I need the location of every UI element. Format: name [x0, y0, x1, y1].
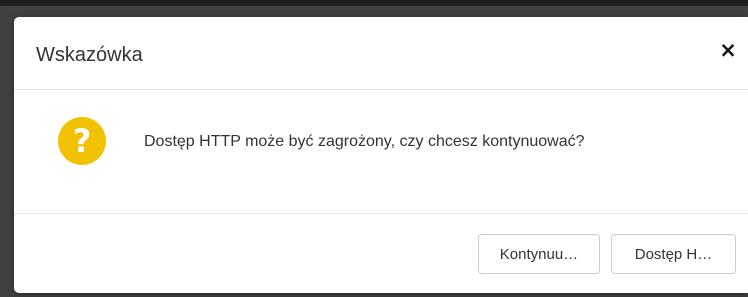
dialog-footer: Kontynuu… Dostęp H…	[14, 214, 748, 293]
question-icon: ?	[58, 117, 106, 165]
dialog-title: Wskazówka	[36, 44, 143, 66]
dialog-body: ? Dostęp HTTP może być zagrożony, czy ch…	[14, 90, 748, 214]
dialog-message: Dostęp HTTP może być zagrożony, czy chce…	[144, 133, 585, 150]
continue-button[interactable]: Kontynuu…	[478, 234, 600, 274]
dialog-header: Wskazówka ×	[14, 17, 748, 90]
http-access-button[interactable]: Dostęp H…	[611, 234, 736, 274]
warning-dialog: Wskazówka × ? Dostęp HTTP może być zagro…	[14, 17, 748, 293]
close-icon[interactable]: ×	[718, 40, 738, 61]
